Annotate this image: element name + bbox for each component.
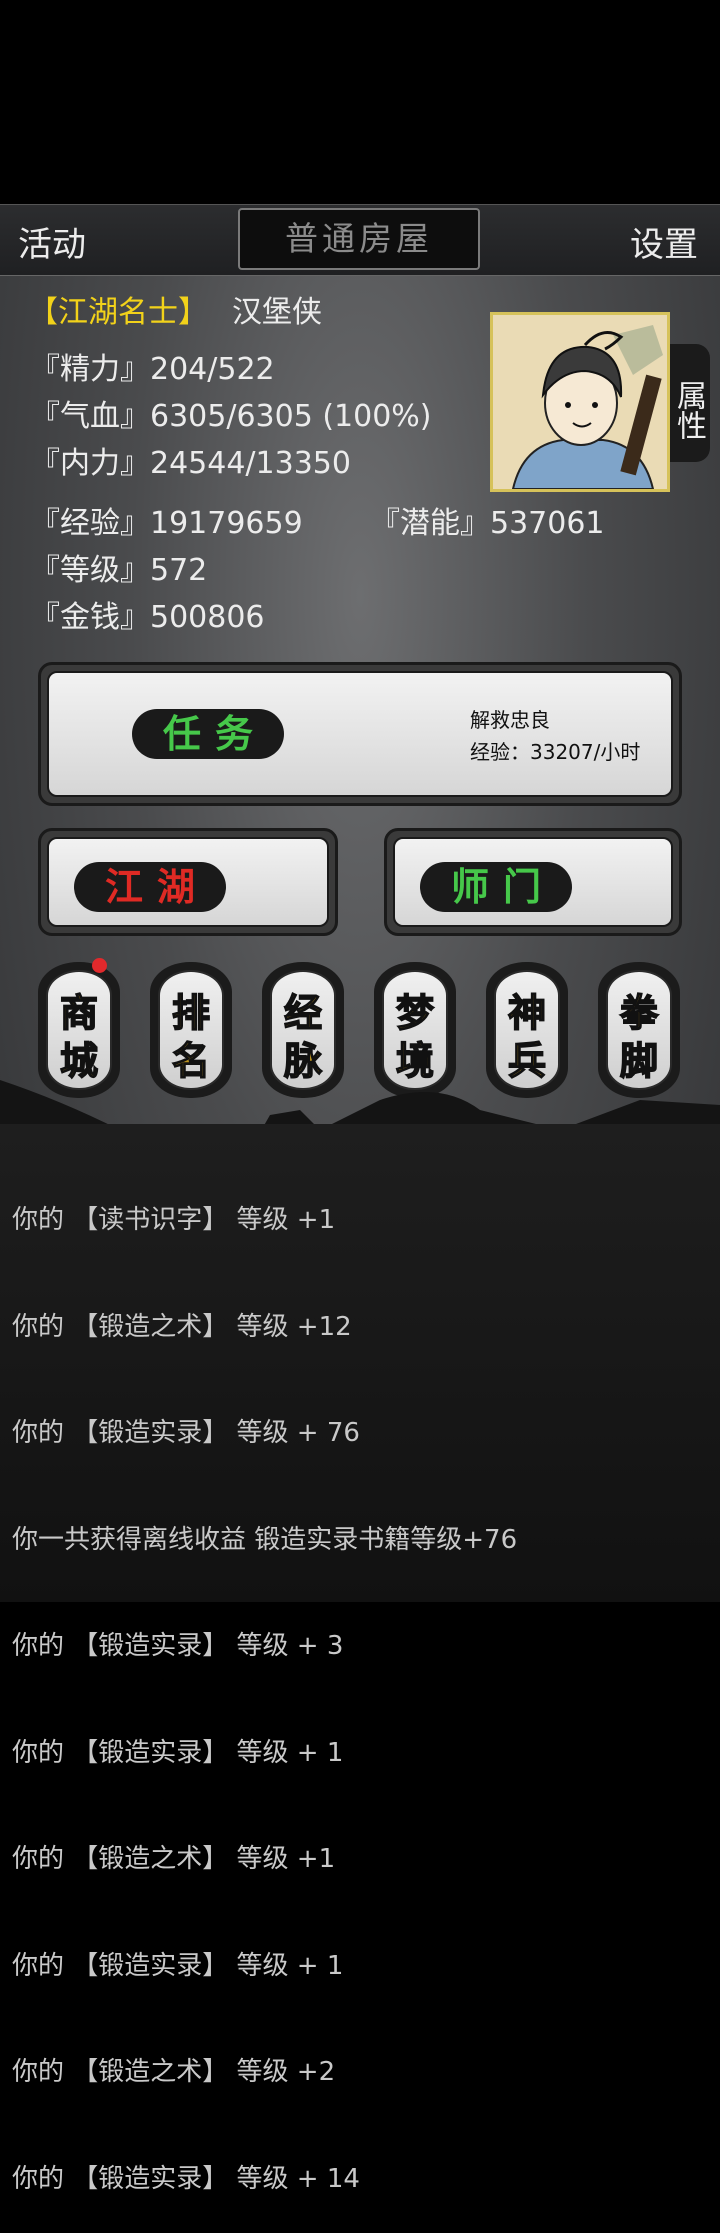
avatar-icon [493,315,667,489]
stat-neili: 『内力』24544/13350 [30,446,351,481]
log-line: 你的 【锻造实录】 等级 + 1 [12,1737,344,1768]
jianghu-label[interactable]: 江湖 [74,862,226,912]
task-name: 解救忠良 [470,708,550,732]
task-exp-rate: 经验：33207/小时 [470,740,641,764]
stat-jinqian: 『金钱』500806 [30,600,265,635]
log-line: 你的 【锻造实录】 等级 + 1 [12,1950,344,1981]
player-name: 汉堡侠 [232,295,322,330]
log-list: 你的 【读书识字】 等级 +1 你的 【锻造之术】 等级 +12 你的 【锻造实… [12,1132,517,2233]
notification-dot [92,958,107,973]
log-line: 你的 【锻造之术】 等级 +12 [12,1311,352,1342]
player-title-tag: 【江湖名士】 [28,295,208,330]
task-label[interactable]: 任务 [132,709,284,759]
log-line: 你的 【锻造实录】 等级 + 3 [12,1631,344,1661]
log-line: 你的 【锻造实录】 等级 + 14 [12,2163,360,2194]
shimen-label[interactable]: 师门 [420,862,572,912]
log-line: 你的 【锻造之术】 等级 +1 [12,1844,336,1874]
activity-button[interactable]: 活动 [18,217,86,266]
task-info: 解救忠良 经验：33207/小时 [470,704,640,768]
log-line: 你的 【锻造之术】 等级 +2 [12,2057,336,2087]
stat-jingli: 『精力』204/522 [30,352,275,387]
stat-qianneng: 『潜能』537061 [370,506,605,541]
stat-dengji: 『等级』572 [30,553,208,588]
location-title: 普通房屋 [238,208,480,270]
log-line: 你的 【读书识字】 等级 +1 [12,1205,336,1235]
settings-button[interactable]: 设置 [630,217,698,266]
log-line: 你的 【锻造实录】 等级 + 76 [12,1418,360,1448]
stat-qixue: 『气血』6305/6305 (100%) [30,399,432,434]
stat-jingyan: 『经验』19179659 [30,506,303,541]
attributes-tab[interactable]: 属性 [670,344,710,462]
log-line: 你一共获得离线收益 锻造实录书籍等级+76 [12,1524,518,1555]
player-portrait[interactable] [490,312,670,492]
